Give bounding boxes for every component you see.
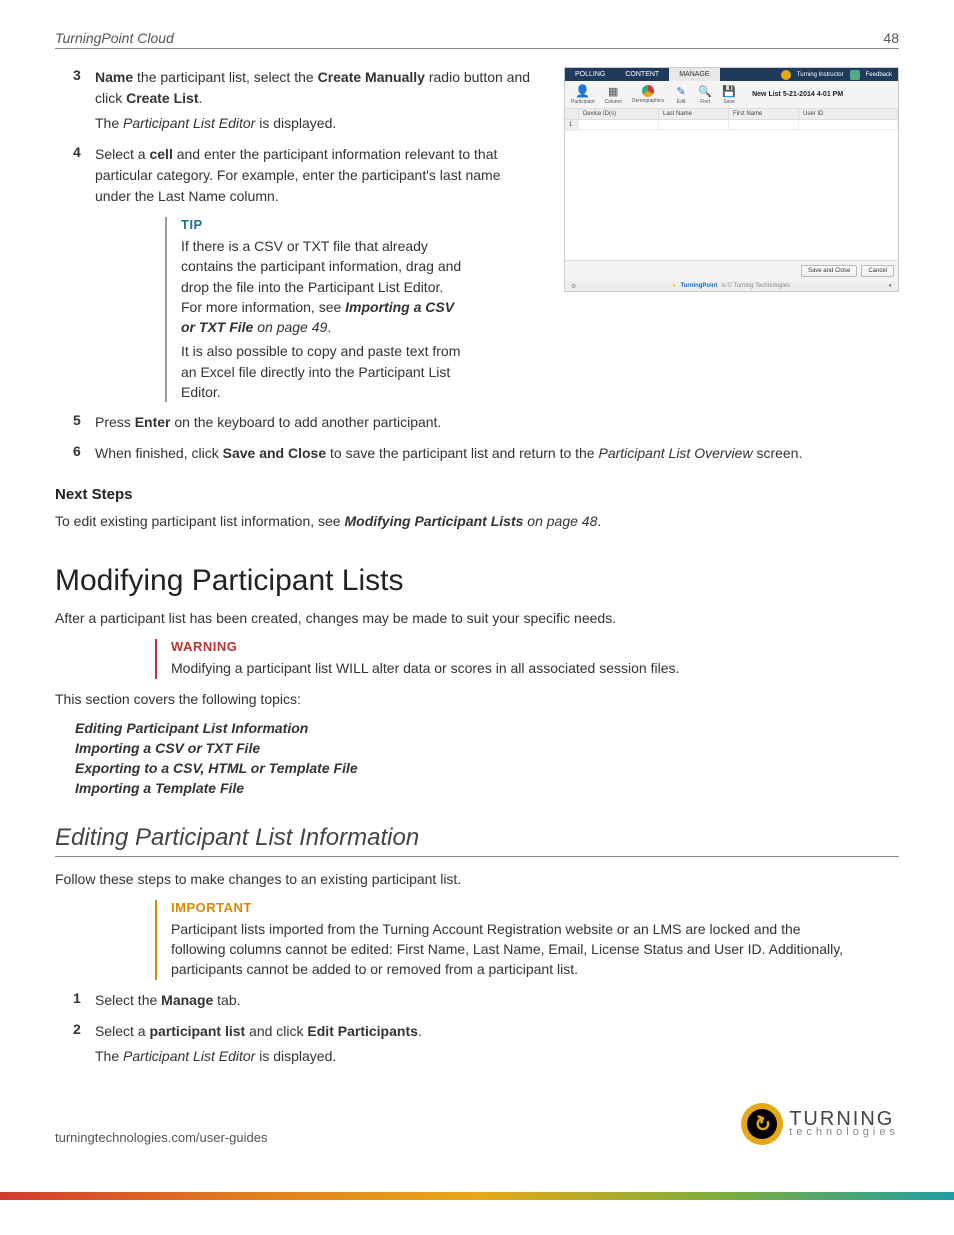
step-4: 4 Select a cell and enter the participan… <box>55 144 899 207</box>
step-6: 6 When finished, click Save and Close to… <box>55 443 899 464</box>
logo-mark-icon: ↻ <box>741 1103 783 1145</box>
tip-p1: If there is a CSV or TXT file that alrea… <box>181 236 465 337</box>
gradient-bar <box>0 1192 954 1200</box>
edit-step-1-body: Select the Manage tab. <box>95 990 899 1011</box>
step-3-sub: The Participant List Editor is displayed… <box>95 113 899 134</box>
heading-modifying: Modifying Participant Lists <box>55 564 899 598</box>
warning-title: WARNING <box>171 639 844 654</box>
modify-intro: After a participant list has been create… <box>55 608 899 629</box>
ss-status-logo: ◐ <box>673 283 677 289</box>
tip-title: TIP <box>181 217 465 232</box>
ss-status-sub: is © Turning Technologies <box>721 283 790 289</box>
page-footer: turningtechnologies.com/user-guides ↻ TU… <box>55 1103 899 1145</box>
footer-url: turningtechnologies.com/user-guides <box>55 1130 267 1145</box>
heading-editing: Editing Participant List Information <box>55 824 899 857</box>
important-title: IMPORTANT <box>171 900 844 915</box>
step-4-body: Select a cell and enter the participant … <box>95 144 535 207</box>
next-steps-heading: Next Steps <box>55 486 899 503</box>
next-steps-body: To edit existing participant list inform… <box>55 511 899 532</box>
important-callout: IMPORTANT Participant lists imported fro… <box>155 900 844 980</box>
edit-step-2: 2 Select a participant list and click Ed… <box>55 1021 899 1067</box>
edit-step-2-body: Select a participant list and click Edit… <box>95 1021 899 1042</box>
tip-p2: It is also possible to copy and paste te… <box>181 341 465 402</box>
gear-icon: ⚙ <box>571 283 576 290</box>
warning-body: Modifying a participant list WILL alter … <box>171 658 844 678</box>
covers-text: This section covers the following topics… <box>55 689 899 710</box>
topic-link[interactable]: Editing Participant List Information <box>75 720 899 736</box>
ss-save-close: Save and Close <box>801 265 857 277</box>
page-header: TurningPoint Cloud 48 <box>55 30 899 49</box>
edit-intro: Follow these steps to make changes to an… <box>55 869 899 890</box>
topic-link[interactable]: Importing a CSV or TXT File <box>75 740 899 756</box>
steps-list-b: 5 Press Enter on the keyboard to add ano… <box>55 412 899 464</box>
status-dot-icon: ● <box>888 283 892 289</box>
header-page-number: 48 <box>883 30 899 46</box>
topic-link[interactable]: Importing a Template File <box>75 780 899 796</box>
warning-callout: WARNING Modifying a participant list WIL… <box>155 639 844 678</box>
step-3: 3 Name the participant list, select the … <box>55 67 899 134</box>
edit-step-2-sub: The Participant List Editor is displayed… <box>95 1046 899 1067</box>
ss-status-brand: TurningPoint <box>681 283 718 289</box>
ss-cancel: Cancel <box>861 265 894 277</box>
logo-text-bottom: technologies <box>789 1128 899 1138</box>
header-title: TurningPoint Cloud <box>55 30 174 46</box>
step-5-body: Press Enter on the keyboard to add anoth… <box>95 412 899 433</box>
edit-steps-list: 1 Select the Manage tab. 2 Select a part… <box>55 990 899 1067</box>
edit-step-1: 1 Select the Manage tab. <box>55 990 899 1011</box>
turning-logo: ↻ TURNING technologies <box>741 1103 899 1145</box>
topics-list: Editing Participant List Information Imp… <box>75 720 899 796</box>
step-6-body: When finished, click Save and Close to s… <box>95 443 899 464</box>
tip-callout: TIP If there is a CSV or TXT file that a… <box>165 217 465 402</box>
topic-link[interactable]: Exporting to a CSV, HTML or Template Fil… <box>75 760 899 776</box>
important-body: Participant lists imported from the Turn… <box>171 919 844 980</box>
step-3-body: Name the participant list, select the Cr… <box>95 67 899 109</box>
step-5: 5 Press Enter on the keyboard to add ano… <box>55 412 899 433</box>
